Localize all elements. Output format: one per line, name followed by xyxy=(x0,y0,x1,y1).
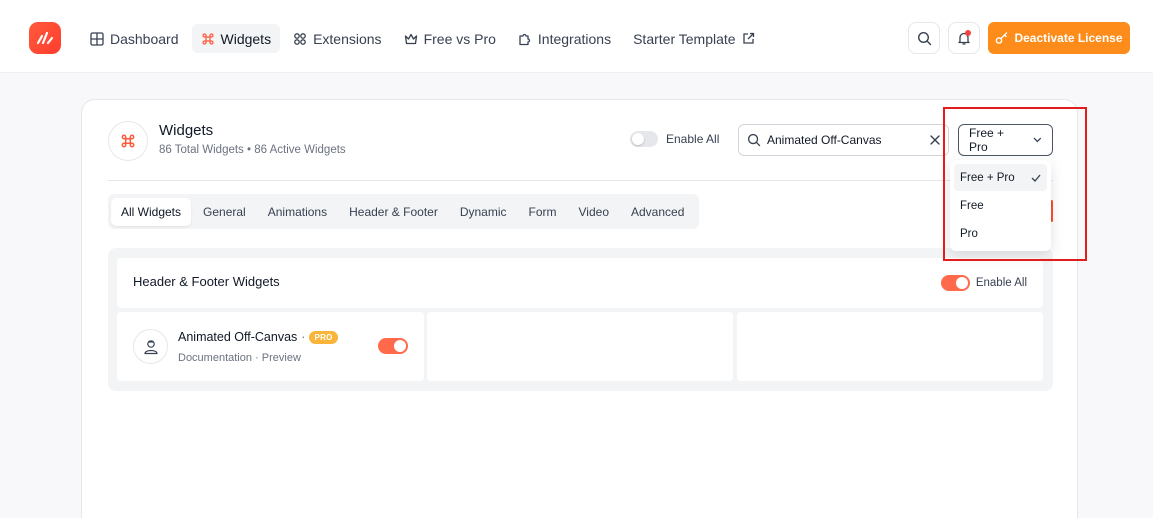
main-nav: Dashboard Widgets Extensions Free vs Pro… xyxy=(81,24,768,53)
nav-starter-template[interactable]: Starter Template xyxy=(624,24,763,53)
nav-integrations[interactable]: Integrations xyxy=(509,24,620,53)
nav-widgets-label: Widgets xyxy=(220,30,272,47)
tab-form[interactable]: Form xyxy=(519,198,567,226)
widget-name-row: Animated Off-Canvas · PRO xyxy=(178,330,338,344)
nav-dashboard-label: Dashboard xyxy=(110,30,179,47)
search-icon xyxy=(917,31,931,45)
key-icon xyxy=(996,31,1008,44)
section-header: Header & Footer Widgets Enable All xyxy=(117,258,1043,308)
external-link-icon xyxy=(742,32,754,44)
widget-name-separator: · xyxy=(301,330,306,344)
preview-link[interactable]: Preview xyxy=(262,352,301,364)
empty-widget-slot xyxy=(427,312,733,381)
widget-card: Animated Off-Canvas · PRO Documentation … xyxy=(117,312,424,381)
tab-advanced[interactable]: Advanced xyxy=(621,198,694,226)
nav-free-vs-pro-label: Free vs Pro xyxy=(423,30,496,47)
link-separator: · xyxy=(255,352,259,364)
nav-starter-template-label: Starter Template xyxy=(633,30,736,47)
widgets-header-icon xyxy=(108,121,148,161)
annotation-highlight-box xyxy=(943,107,1087,261)
nav-extensions-label: Extensions xyxy=(313,30,382,47)
header-divider xyxy=(108,180,1053,181)
enable-all-label: Enable All xyxy=(666,132,720,146)
widgets-card: Widgets 86 Total Widgets • 86 Active Wid… xyxy=(81,99,1078,518)
deactivate-license-button[interactable]: Deactivate License xyxy=(988,22,1130,54)
search-input[interactable]: Animated Off-Canvas xyxy=(767,133,930,147)
app-logo[interactable] xyxy=(29,22,61,54)
command-icon xyxy=(201,32,214,45)
enable-all-switch[interactable] xyxy=(630,131,658,147)
top-bar: Dashboard Widgets Extensions Free vs Pro… xyxy=(0,0,1153,73)
notifications-button[interactable] xyxy=(948,22,980,54)
tab-video[interactable]: Video xyxy=(569,198,619,226)
nav-dashboard[interactable]: Dashboard xyxy=(81,24,188,53)
widget-toggle[interactable] xyxy=(378,338,408,354)
extensions-icon xyxy=(294,32,306,45)
deactivate-license-label: Deactivate License xyxy=(1014,31,1123,45)
widget-search-field[interactable]: Animated Off-Canvas xyxy=(738,124,949,156)
header-footer-section: Header & Footer Widgets Enable All Anima… xyxy=(108,248,1053,391)
nav-free-vs-pro[interactable]: Free vs Pro xyxy=(395,24,505,53)
crown-icon xyxy=(404,33,417,44)
count-separator: • xyxy=(247,144,252,156)
tab-dynamic[interactable]: Dynamic xyxy=(450,198,517,226)
command-icon xyxy=(121,134,135,148)
section-enable-all-switch[interactable] xyxy=(940,275,970,291)
clear-icon[interactable] xyxy=(930,135,940,145)
widget-counts: 86 Total Widgets • 86 Active Widgets xyxy=(159,144,346,156)
widget-avatar xyxy=(133,329,168,364)
puzzle-icon xyxy=(519,33,530,45)
user-icon xyxy=(143,339,158,354)
search-icon xyxy=(747,133,761,147)
search-button[interactable] xyxy=(908,22,940,54)
section-enable-all-label: Enable All xyxy=(975,277,1027,289)
widget-name: Animated Off-Canvas xyxy=(178,330,298,344)
section-title: Header & Footer Widgets xyxy=(133,274,280,289)
tab-all-widgets[interactable]: All Widgets xyxy=(111,197,192,226)
category-tabs: All Widgets General Animations Header & … xyxy=(108,194,699,229)
notification-dot xyxy=(965,30,971,36)
active-widgets-count: 86 Active Widgets xyxy=(254,144,346,156)
tab-general[interactable]: General xyxy=(193,198,256,226)
total-widgets-count: 86 Total Widgets xyxy=(159,144,244,156)
tab-animations[interactable]: Animations xyxy=(258,198,337,226)
widget-links: Documentation · Preview xyxy=(178,352,301,364)
logo-icon xyxy=(36,31,54,45)
page-title: Widgets xyxy=(159,122,214,139)
pro-badge: PRO xyxy=(309,330,338,344)
grid-icon xyxy=(90,31,104,46)
nav-widgets[interactable]: Widgets xyxy=(191,24,281,53)
empty-widget-slot xyxy=(737,312,1043,381)
enable-all-toggle[interactable]: Enable All xyxy=(630,131,719,147)
nav-extensions[interactable]: Extensions xyxy=(284,24,390,53)
section-enable-all-toggle[interactable]: Enable All xyxy=(940,275,1027,291)
tab-header-footer[interactable]: Header & Footer xyxy=(339,198,448,226)
nav-integrations-label: Integrations xyxy=(537,30,612,47)
documentation-link[interactable]: Documentation xyxy=(178,352,252,364)
